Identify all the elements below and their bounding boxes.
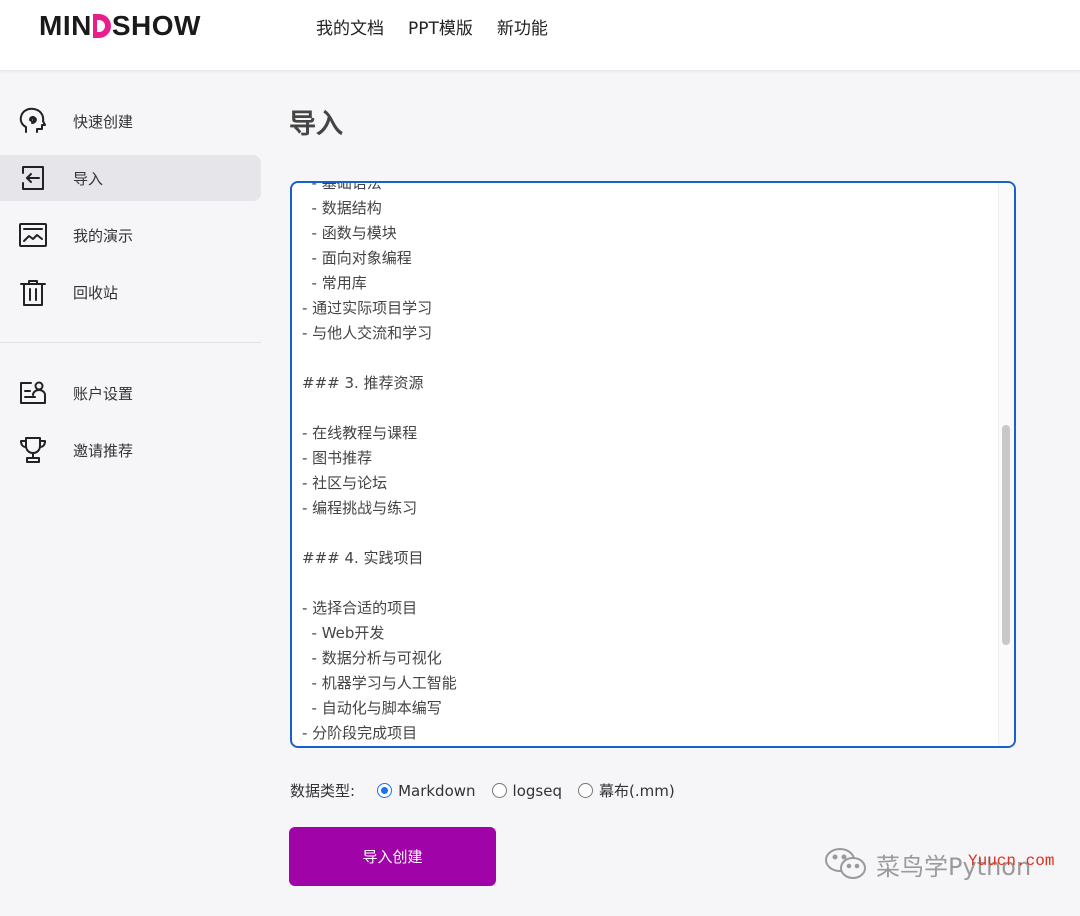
radio-mubu-dot[interactable]	[577, 783, 593, 798]
data-type-label: 数据类型:	[290, 782, 356, 800]
logo-d-mark	[92, 14, 111, 38]
nav-new-features[interactable]: 新功能	[497, 14, 548, 39]
editor-scrollbar[interactable]	[998, 183, 1014, 746]
editor-line: - 选择合适的项目	[302, 599, 418, 617]
editor-line: - 数据分析与可视化	[302, 649, 442, 667]
account-icon	[17, 377, 49, 409]
sidebar-item-account-settings[interactable]: 账户设置	[0, 370, 261, 416]
editor-content: - 基础语法 - 数据结构 - 函数与模块 - 面向对象编程 - 常用库 - 通过…	[302, 181, 992, 746]
import-textarea[interactable]: - 基础语法 - 数据结构 - 函数与模块 - 面向对象编程 - 常用库 - 通过…	[290, 181, 1016, 748]
radio-markdown-label: Markdown	[398, 781, 476, 800]
sidebar-item-my-presentations[interactable]: 我的演示	[0, 212, 261, 258]
editor-line: - 数据结构	[302, 199, 382, 217]
editor-line: ### 3. 推荐资源	[302, 374, 424, 392]
top-header: MIN SHOW 我的文档 PPT模版 新功能	[0, 0, 1080, 71]
brain-icon	[17, 105, 49, 137]
editor-line: - 分阶段完成项目	[302, 724, 418, 742]
editor-line: - 自动化与脚本编写	[302, 699, 442, 717]
watermark-site: Yuucn.com	[968, 852, 1055, 870]
editor-line: - 常用库	[302, 274, 367, 292]
logo[interactable]: MIN SHOW	[39, 10, 201, 42]
sidebar-item-label: 我的演示	[73, 226, 134, 245]
trash-icon	[17, 276, 49, 308]
top-nav: 我的文档 PPT模版 新功能	[316, 14, 548, 39]
editor-line: - 编程挑战与练习	[302, 499, 418, 517]
data-type-selector: 数据类型: Markdown logseq 幕布(.mm)	[290, 780, 691, 801]
editor-line: - 与他人交流和学习	[302, 324, 433, 342]
editor-line: - 面向对象编程	[302, 249, 412, 267]
editor-scroll-thumb[interactable]	[1002, 425, 1010, 645]
sidebar-item-label: 账户设置	[73, 384, 134, 403]
import-icon	[17, 162, 49, 194]
radio-markdown-dot[interactable]	[377, 783, 393, 798]
sidebar-item-label: 邀请推荐	[73, 441, 134, 460]
editor-line: - 通过实际项目学习	[302, 299, 433, 317]
editor-line: - 基础语法	[302, 181, 382, 192]
nav-my-docs[interactable]: 我的文档	[316, 14, 384, 39]
radio-markdown[interactable]: Markdown	[377, 781, 476, 800]
trophy-icon	[17, 434, 49, 466]
editor-line: - Web开发	[302, 624, 385, 642]
presentation-icon	[17, 219, 49, 251]
editor-line: ### 4. 实践项目	[302, 549, 424, 567]
page-title: 导入	[289, 109, 343, 140]
watermark: 菜鸟学Python Yuucn.com	[822, 846, 1054, 882]
sidebar-item-invite[interactable]: 邀请推荐	[0, 427, 261, 473]
radio-logseq-label: logseq	[512, 781, 562, 800]
editor-line: - 图书推荐	[302, 449, 373, 467]
radio-mubu-label: 幕布(.mm)	[598, 782, 675, 800]
nav-ppt-templates[interactable]: PPT模版	[408, 14, 473, 39]
editor-line: - 机器学习与人工智能	[302, 674, 457, 692]
radio-logseq[interactable]: logseq	[491, 781, 562, 800]
wechat-icon	[825, 848, 866, 879]
sidebar-item-trash[interactable]: 回收站	[0, 269, 261, 315]
editor-line: - 函数与模块	[302, 224, 397, 242]
sidebar-item-label: 快速创建	[73, 112, 134, 131]
sidebar-item-quick-create[interactable]: 快速创建	[0, 98, 261, 144]
sidebar-item-label: 回收站	[73, 283, 119, 302]
editor-line: - 社区与论坛	[302, 474, 388, 492]
radio-logseq-dot[interactable]	[491, 783, 507, 798]
sidebar-divider	[0, 342, 261, 343]
import-create-button[interactable]: 导入创建	[289, 827, 496, 886]
logo-text-right: SHOW	[111, 10, 201, 41]
logo-text-left: MIN	[39, 10, 92, 41]
radio-mubu[interactable]: 幕布(.mm)	[577, 780, 675, 801]
sidebar-item-import[interactable]: 导入	[0, 155, 261, 201]
sidebar-item-label: 导入	[73, 169, 104, 188]
editor-line: - 在线教程与课程	[302, 424, 418, 442]
